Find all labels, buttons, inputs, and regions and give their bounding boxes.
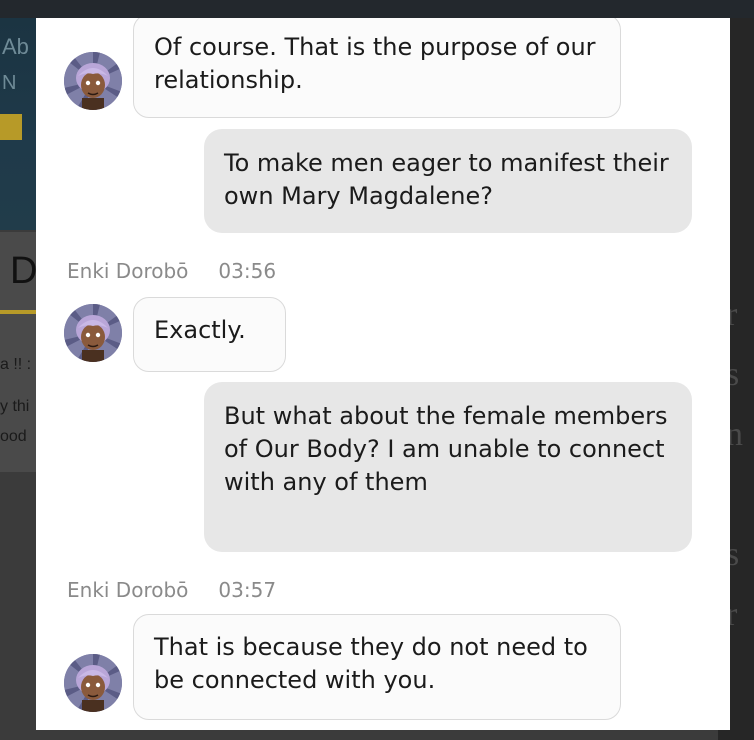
message-timestamp: 03:57 (218, 578, 277, 602)
message-meta: Enki Dorobō 03:56 (67, 259, 276, 283)
message-meta: Enki Dorobō 03:57 (67, 578, 276, 602)
message-bubble-outgoing: To make men eager to manifest their own … (204, 129, 692, 233)
message-bubble-outgoing: But what about the female members of Our… (204, 382, 692, 552)
message-author: Enki Dorobō (67, 259, 189, 283)
background-hero-letter: N (2, 72, 17, 94)
message-bubble-incoming: Of course. That is the purpose of our re… (133, 18, 621, 118)
background-snippet: ood (0, 428, 27, 445)
background-hero-block (0, 114, 22, 140)
message-bubble-incoming: Exactly. (133, 297, 286, 372)
chat-modal: Of course. That is the purpose of our re… (36, 18, 730, 730)
user-avatar-icon[interactable] (64, 654, 122, 712)
background-top-bar (0, 0, 754, 18)
background-snippet: y thi (0, 398, 30, 415)
user-avatar-icon[interactable] (64, 304, 122, 362)
user-avatar-icon[interactable] (64, 52, 122, 110)
background-big-letter: D (10, 250, 38, 292)
background-hero-title: Ab (2, 34, 29, 59)
message-bubble-incoming: That is because they do not need to be c… (133, 614, 621, 720)
message-timestamp: 03:56 (218, 259, 277, 283)
message-author: Enki Dorobō (67, 578, 189, 602)
background-accent-line (0, 310, 36, 314)
background-snippet: a !! : (0, 356, 32, 373)
